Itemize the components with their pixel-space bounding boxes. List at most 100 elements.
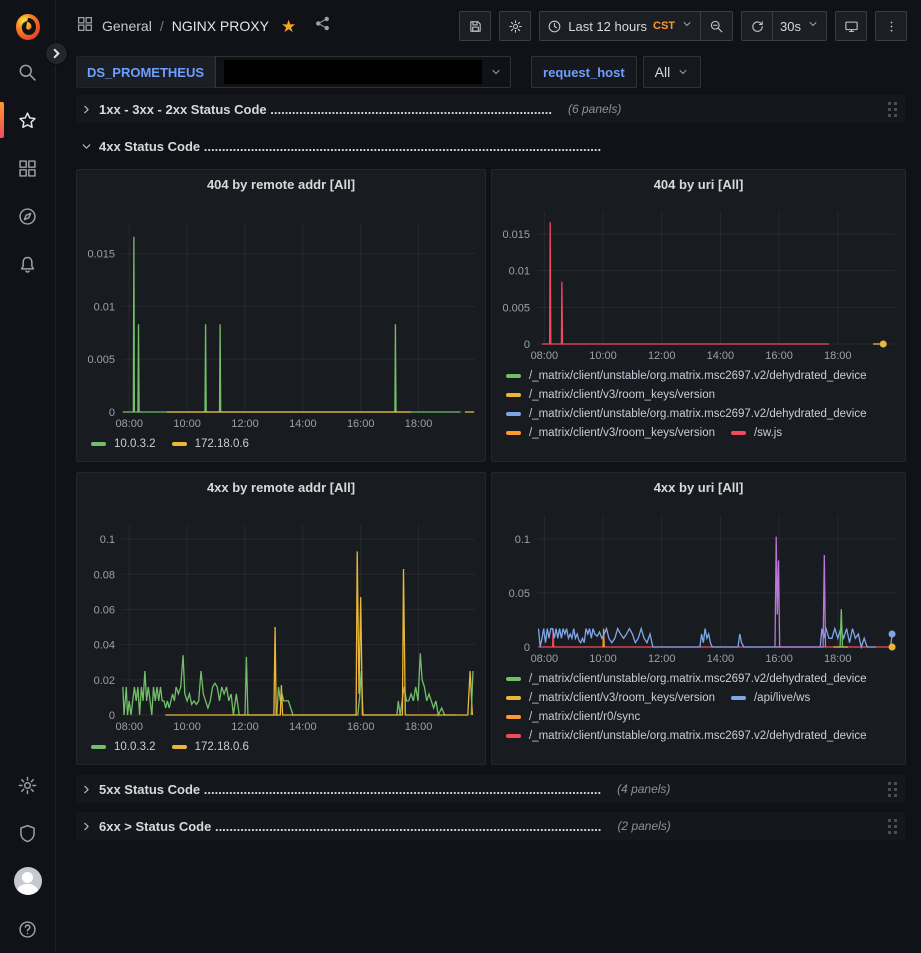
row-header-6xx[interactable]: 6xx > Status Code ......................… [76,812,905,840]
svg-text:0: 0 [524,642,530,654]
legend-item[interactable]: /_matrix/client/v3/room_keys/version [506,389,715,401]
legend-item[interactable]: 172.18.0.6 [172,741,249,753]
grafana-flame-icon [13,12,43,42]
row-drag-handle[interactable] [888,819,901,834]
svg-text:12:00: 12:00 [648,350,676,362]
svg-text:10:00: 10:00 [173,418,201,430]
legend-item[interactable]: /_matrix/client/v3/room_keys/version [506,692,715,704]
grafana-logo[interactable] [0,0,55,48]
sidebar-item-dashboards[interactable] [0,144,55,192]
row-header-1xx-3xx-2xx[interactable]: 1xx - 3xx - 2xx Status Code ............… [76,95,905,123]
variable-ds-prometheus: DS_PROMETHEUS [76,56,511,88]
clock-icon [547,19,562,34]
help-icon [17,919,38,940]
kiosk-mode-button[interactable] [835,11,867,41]
panel-title[interactable]: 4xx by remote addr [All] [77,473,485,501]
timeseries-chart[interactable]: 08:0010:0012:0014:0016:0018:0000.0050.01… [492,198,905,364]
legend-item[interactable]: /_matrix/client/v3/room_keys/version [506,427,715,439]
sidebar-item-alerting[interactable] [0,240,55,288]
variable-value: All [655,64,671,80]
legend-item[interactable]: /_matrix/client/r0/sync [506,711,640,723]
refresh-button[interactable] [741,11,773,41]
dashboard-settings-button[interactable] [499,11,531,41]
legend-item[interactable]: 172.18.0.6 [172,438,249,450]
sidebar-item-profile[interactable] [0,857,55,905]
panel-4xx-by-uri: 4xx by uri [All] 08:0010:0012:0014:0016:… [491,472,906,765]
panel-4xx-by-remote-addr: 4xx by remote addr [All] 08:0010:0012:00… [76,472,486,765]
row-drag-handle[interactable] [888,102,901,117]
variable-label[interactable]: DS_PROMETHEUS [76,56,215,88]
time-range-picker[interactable]: Last 12 hours CST [539,11,701,41]
timeseries-chart[interactable]: 08:0010:0012:0014:0016:0018:0000.020.040… [77,501,485,735]
legend-label: /api/live/ws [754,692,810,704]
variable-value-dropdown[interactable] [215,56,511,88]
sidebar-expand-button[interactable] [45,42,68,65]
save-dashboard-button[interactable] [459,11,491,41]
chevron-down-icon [681,17,693,35]
panel-title[interactable]: 4xx by uri [All] [492,473,905,501]
svg-text:0: 0 [109,407,115,419]
variable-request-host: request_host All [531,56,701,88]
legend-item[interactable]: /_matrix/client/unstable/org.matrix.msc2… [506,408,867,420]
svg-text:0.01: 0.01 [94,301,115,313]
panel-title[interactable]: 404 by uri [All] [492,170,905,198]
alerting-bell-icon [17,254,38,275]
legend-item[interactable]: /api/live/ws [731,692,810,704]
legend-item[interactable]: 10.0.3.2 [91,741,156,753]
legend-item[interactable]: /_matrix/client/unstable/org.matrix.msc2… [506,730,867,742]
row-title: 5xx Status Code ........................… [99,782,601,797]
sidebar-item-server-admin[interactable] [0,809,55,857]
sidebar-item-starred[interactable] [0,96,55,144]
svg-text:08:00: 08:00 [115,418,143,430]
favorite-star-icon[interactable]: ★ [281,18,296,35]
row-drag-handle[interactable] [888,782,901,797]
panel-grid: 404 by remote addr [All] 08:00 10:00 12:00… [76,169,905,765]
sidebar-item-explore[interactable] [0,192,55,240]
panel-404-by-uri: 404 by uri [All] 08:0010:0012:0014:0016:… [491,169,906,462]
top-navbar: General / NGINX PROXY ★ Last [56,0,921,52]
svg-text:0.005: 0.005 [87,354,115,366]
legend-swatch [506,412,521,416]
timeseries-chart[interactable]: 08:0010:0012:0014:0016:0018:0000.0050.01… [77,198,485,432]
svg-text:16:00: 16:00 [765,653,793,665]
chevron-right-icon [80,103,93,116]
panel-legend: /_matrix/client/unstable/org.matrix.msc2… [492,667,905,764]
svg-text:18:00: 18:00 [405,721,433,733]
svg-text:12:00: 12:00 [231,418,259,430]
panel-title[interactable]: 404 by remote addr [All] [77,170,485,198]
time-zone-label: CST [653,20,675,32]
svg-text:18:00: 18:00 [405,418,433,430]
legend-swatch [506,431,521,435]
chevron-right-icon [80,783,93,796]
redacted-value [224,60,482,84]
refresh-interval-picker[interactable]: 30s [773,11,827,41]
legend-swatch [506,374,521,378]
breadcrumb-section[interactable]: General [102,18,152,34]
legend-item[interactable]: /_matrix/client/unstable/org.matrix.msc2… [506,673,867,685]
sidebar-item-help[interactable] [0,905,55,953]
legend-swatch [731,431,746,435]
legend-item[interactable]: 10.0.3.2 [91,438,156,450]
legend-item[interactable]: /sw.js [731,427,782,439]
active-indicator [0,102,4,138]
variable-label[interactable]: request_host [531,56,637,88]
svg-text:0.01: 0.01 [509,266,530,278]
share-icon[interactable] [314,15,331,37]
chevron-down-icon [677,66,689,78]
row-header-5xx[interactable]: 5xx Status Code ........................… [76,775,905,803]
timeseries-chart[interactable]: 08:0010:0012:0014:0016:0018:0000.050.1 [492,501,905,667]
svg-text:0.015: 0.015 [502,229,530,241]
legend-swatch [731,696,746,700]
svg-text:0.02: 0.02 [94,675,115,687]
more-options-button[interactable] [875,11,907,41]
time-zoom-out-button[interactable] [701,11,733,41]
variable-value-dropdown[interactable]: All [643,56,702,88]
legend-item[interactable]: /_matrix/client/unstable/org.matrix.msc2… [506,370,867,382]
sidebar-item-configuration[interactable] [0,761,55,809]
chevron-right-icon [51,48,62,59]
svg-text:14:00: 14:00 [707,350,735,362]
star-icon [17,110,38,131]
svg-text:0.06: 0.06 [94,604,115,616]
row-header-4xx[interactable]: 4xx Status Code ........................… [76,132,905,160]
svg-text:0: 0 [109,710,115,722]
